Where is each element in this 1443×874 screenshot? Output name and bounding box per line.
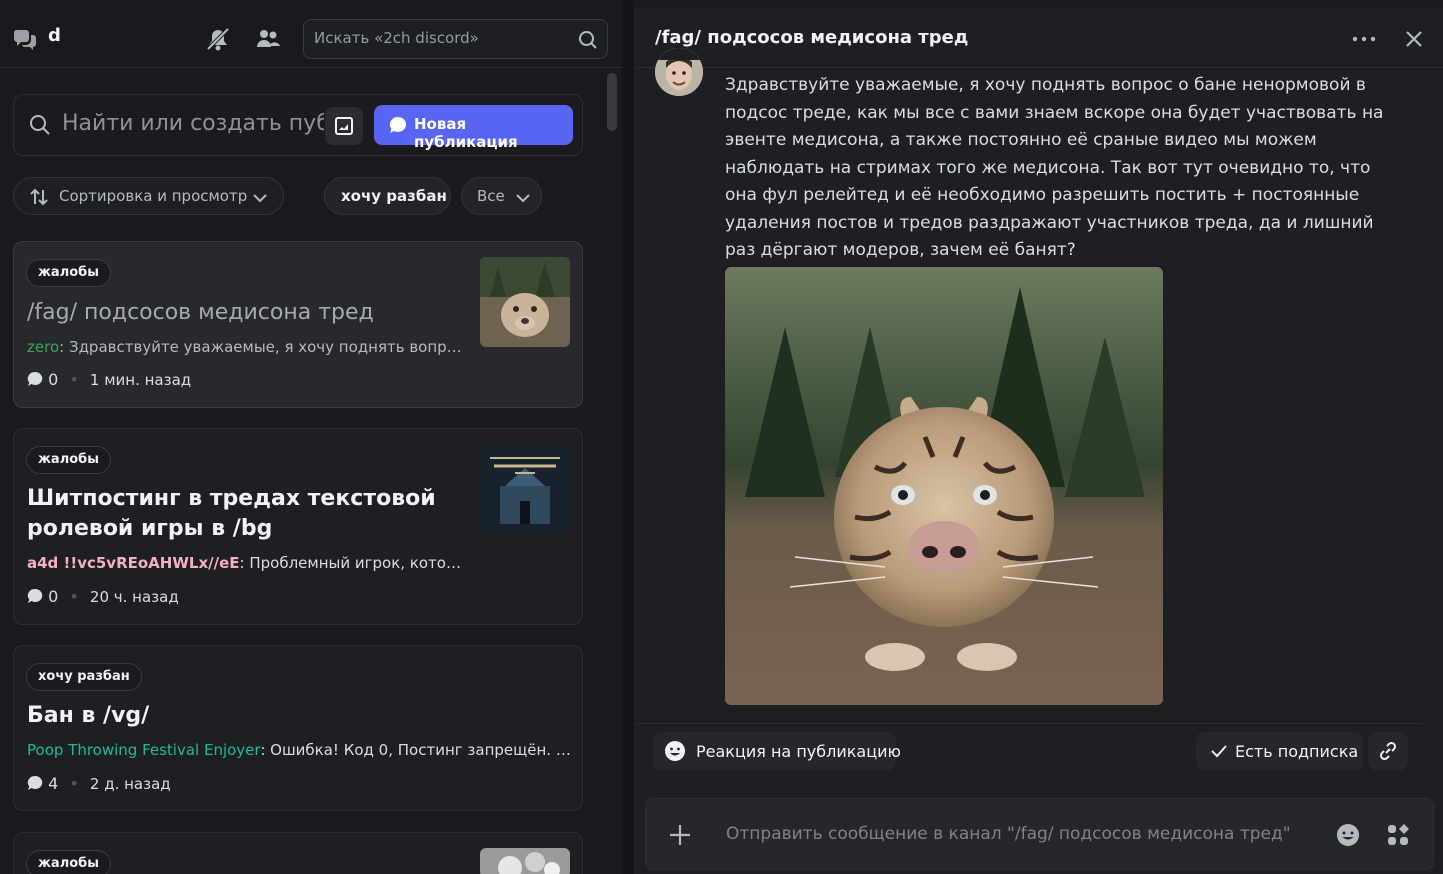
post-time: 20 ч. назад — [89, 588, 179, 606]
post-preview: a4d !!vc5vREoAHWLx//eE: Проблемный игрок… — [27, 554, 462, 572]
thread-header: /fag/ подсосов медисона тред — [634, 8, 1443, 68]
post-thumbnail — [480, 848, 570, 874]
post-thumbnail — [480, 257, 570, 347]
forum-panel: d Искать «2ch discord» Найти или создать — [0, 0, 622, 874]
post-author[interactable]: a4d !!vc5vREoAHWLx//eE — [27, 554, 240, 572]
search-placeholder: Искать «2ch discord» — [314, 29, 479, 47]
message-count-icon — [27, 371, 43, 386]
post-tag: хочу разбан — [26, 663, 142, 691]
all-filter-label: Все — [477, 187, 505, 205]
new-post-label: Новая публикация — [414, 115, 518, 151]
post-preview-text: : Ошибка! Код 0, Постинг запрещён. Причи… — [260, 741, 572, 759]
message-input[interactable]: Отправить сообщение в канал "/fag/ подсо… — [726, 824, 1291, 844]
post-author[interactable]: zero — [27, 338, 59, 356]
emoji-icon — [665, 741, 685, 761]
message-content: Здравствуйте уважаемые, я хочу поднять в… — [725, 75, 1384, 260]
post-title: /fag/ подсосов медисона тред — [27, 300, 374, 325]
search-icon — [579, 31, 597, 49]
link-icon — [1379, 741, 1397, 761]
chevron-down-icon — [253, 194, 267, 203]
post-finder: Найти или создать публикацию Новая публи… — [13, 94, 583, 156]
finder-input[interactable]: Найти или создать публикацию — [62, 111, 324, 136]
post-meta: 4 • 2 д. назад — [27, 774, 171, 793]
post-tag: жалобы — [26, 259, 111, 287]
user-avatar-image — [655, 48, 703, 96]
post-preview: zero: Здравствуйте уважаемые, я хочу под… — [27, 338, 467, 356]
thread-panel: /fag/ подсосов медисона тред Здравствуйт… — [634, 8, 1443, 874]
action-bar-divider — [634, 723, 1423, 724]
post-card[interactable]: жалобы Шитпостинг в тредах текстовой рол… — [13, 428, 583, 625]
all-filter-button[interactable]: Все — [461, 177, 542, 215]
book-cover-thumbnail-image — [480, 446, 570, 534]
tag-filter-button[interactable]: хочу разбан — [324, 177, 451, 215]
post-preview-text: : Проблемный игрок, которого все уже дос… — [239, 554, 462, 572]
post-meta: 0 • 20 ч. назад — [27, 587, 179, 606]
message-count: 0 — [48, 587, 59, 606]
search-icon — [30, 115, 50, 135]
sort-label: Сортировка и просмотр — [59, 187, 248, 205]
post-title: Бан в /vg/ — [27, 703, 150, 728]
sort-view-button[interactable]: Сортировка и просмотр — [13, 177, 284, 215]
members-icon[interactable] — [255, 26, 281, 52]
post-preview: Poop Throwing Festival Enjoyer: Ошибка! … — [27, 741, 572, 759]
post-time: 1 мин. назад — [89, 371, 192, 389]
post-thumbnail — [480, 446, 570, 534]
sort-arrows-icon — [30, 188, 48, 206]
post-tag: жалобы — [26, 446, 111, 474]
add-attachment-icon[interactable] — [668, 823, 692, 847]
server-search-input[interactable]: Искать «2ch discord» — [303, 19, 608, 59]
post-preview-text: : Здравствуйте уважаемые, я хочу поднять… — [59, 338, 467, 356]
channel-name: d — [48, 25, 61, 46]
message-count: 0 — [48, 370, 59, 389]
forum-channel-icon — [13, 30, 36, 50]
post-tag: жалобы — [26, 850, 111, 874]
more-options-icon[interactable] — [1351, 26, 1377, 52]
react-label: Реакция на публикацию — [696, 742, 901, 761]
message-count-icon — [27, 588, 43, 603]
post-author[interactable]: Poop Throwing Festival Enjoyer — [27, 741, 260, 759]
chevron-down-icon — [516, 194, 530, 203]
message-attachment[interactable] — [725, 267, 1163, 705]
react-to-post-button[interactable]: Реакция на публикацию — [653, 732, 901, 770]
thread-title: /fag/ подсосов медисона тред — [655, 27, 969, 48]
copy-link-button[interactable] — [1368, 732, 1408, 770]
tiger-image — [725, 267, 1163, 705]
apps-icon[interactable] — [1386, 823, 1410, 847]
post-title: Шитпостинг в тредах текстовой ролевой иг… — [27, 486, 436, 541]
new-post-button[interactable]: Новая публикация — [374, 105, 573, 151]
post-meta: 0 • 1 мин. назад — [27, 370, 191, 389]
post-thumbnail-image — [480, 848, 570, 874]
tag-filter-label: хочу разбан — [341, 187, 447, 205]
subscribed-label: Есть подписка — [1235, 742, 1359, 761]
forum-header: d Искать «2ch discord» — [0, 8, 622, 68]
post-card[interactable]: жалобы — [13, 832, 583, 874]
post-card[interactable]: жалобы /fag/ подсосов медисона тред zero… — [13, 241, 583, 408]
message-count-icon — [27, 775, 43, 790]
message-count: 4 — [48, 774, 59, 793]
image-icon — [335, 117, 353, 135]
panel-divider — [622, 0, 634, 874]
scrollbar[interactable] — [607, 73, 617, 131]
notification-muted-icon[interactable] — [205, 26, 231, 52]
checkmark-icon — [1211, 745, 1227, 758]
post-time: 2 д. назад — [89, 775, 171, 793]
emoji-picker-icon[interactable] — [1336, 823, 1360, 847]
message-composer[interactable]: Отправить сообщение в канал "/fag/ подсо… — [645, 798, 1434, 870]
chat-bubble-icon — [389, 116, 406, 133]
avatar[interactable] — [655, 48, 703, 96]
tiger-thumbnail-image — [480, 257, 570, 347]
post-card[interactable]: хочу разбан Бан в /vg/ Poop Throwing Fes… — [13, 645, 583, 811]
subscribed-button[interactable]: Есть подписка — [1196, 732, 1363, 770]
close-icon[interactable] — [1402, 27, 1426, 51]
image-button[interactable] — [325, 107, 363, 145]
